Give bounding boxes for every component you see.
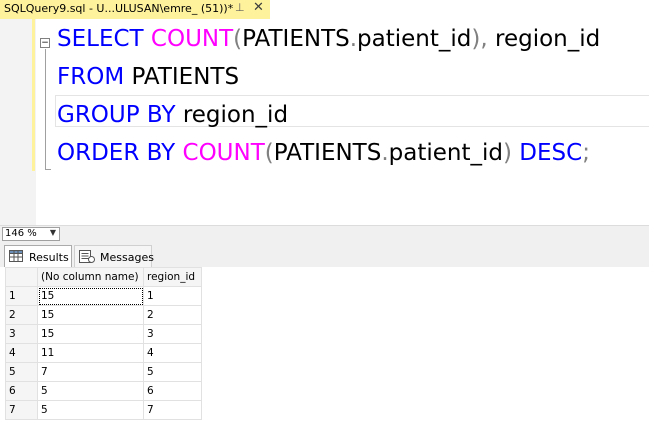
tab-messages[interactable]: Messages — [74, 245, 154, 267]
messages-icon — [79, 250, 95, 266]
results-tab-bar: Results Messages — [0, 241, 649, 267]
close-icon[interactable]: ✕ — [253, 0, 264, 15]
table-row[interactable]: 1 15 1 — [5, 286, 202, 306]
table-cell[interactable]: 15 — [37, 286, 144, 306]
table-cell[interactable]: 1 — [143, 286, 202, 306]
code-token: . — [381, 140, 389, 166]
editor-gutter — [0, 19, 36, 225]
table-cell[interactable]: 5 — [37, 400, 144, 420]
table-cell[interactable]: 15 — [37, 324, 144, 344]
code-token: ) — [503, 140, 520, 166]
tab-results-label: Results — [29, 251, 69, 264]
code-line[interactable]: ORDER BY COUNT(PATIENTS.patient_id) DESC… — [57, 135, 590, 171]
header-row: (No column name) region_id — [5, 267, 202, 287]
code-token: ), — [471, 26, 495, 52]
column-header[interactable]: (No column name) — [37, 267, 144, 287]
code-line[interactable]: SELECT COUNT(PATIENTS.patient_id), regio… — [57, 21, 600, 57]
zoom-dropdown[interactable]: 146 % ▼ — [2, 227, 60, 241]
document-tab[interactable]: SQLQuery9.sql - U...ULUSAN\emre_ (51))* … — [0, 0, 270, 19]
column-header[interactable]: region_id — [143, 267, 202, 287]
row-number[interactable]: 4 — [5, 343, 38, 363]
code-token: PATIENTS — [273, 140, 382, 166]
row-number[interactable]: 3 — [5, 324, 38, 344]
code-token: ; — [582, 140, 590, 166]
fold-guide-end — [45, 169, 51, 170]
code-token: COUNT — [182, 140, 265, 166]
code-token: DESC — [519, 140, 583, 166]
row-number-header[interactable] — [5, 267, 38, 287]
code-token: region_id — [182, 102, 289, 128]
table-cell[interactable]: 6 — [143, 381, 202, 401]
zoom-value: 146 % — [5, 228, 37, 239]
editor-status-bar: 146 % ▼ — [0, 225, 649, 241]
row-number[interactable]: 1 — [5, 286, 38, 306]
change-indicator — [32, 19, 35, 171]
sql-editor[interactable]: − SELECT COUNT(PATIENTS.patient_id), reg… — [0, 19, 649, 225]
grid-icon — [9, 250, 23, 265]
table-row[interactable]: 3 15 3 — [5, 324, 202, 344]
results-grid[interactable]: (No column name) region_id 1 15 1 2 15 2 3 15 3 4… — [0, 267, 649, 441]
table-cell[interactable]: 5 — [37, 381, 144, 401]
table-cell[interactable]: 2 — [143, 305, 202, 325]
pin-icon[interactable]: ⊥ — [235, 1, 245, 14]
code-token: ( — [233, 26, 243, 52]
table-cell[interactable]: 4 — [143, 343, 202, 363]
row-number[interactable]: 7 — [5, 400, 38, 420]
table-cell[interactable]: 11 — [37, 343, 144, 363]
code-token: ( — [264, 140, 274, 166]
table-row[interactable]: 4 11 4 — [5, 343, 202, 363]
table-row[interactable]: 2 15 2 — [5, 305, 202, 325]
code-token: ORDER BY — [57, 140, 183, 166]
table-cell[interactable]: 15 — [37, 305, 144, 325]
table-row[interactable]: 656 — [5, 381, 202, 401]
code-line[interactable]: GROUP BY region_id — [57, 97, 288, 133]
results-table: (No column name) region_id 1 15 1 2 15 2 3 15 3 4… — [5, 267, 202, 420]
fold-guide — [45, 49, 46, 170]
code-token: PATIENTS — [242, 26, 350, 52]
table-cell[interactable]: 3 — [143, 324, 202, 344]
document-tab-title: SQLQuery9.sql - U...ULUSAN\emre_ (51))* — [4, 2, 234, 15]
table-cell[interactable]: 5 — [143, 362, 202, 382]
code-token: patient_id — [357, 26, 472, 52]
table-row[interactable]: 757 — [5, 400, 202, 420]
code-token: GROUP BY — [57, 102, 183, 128]
tab-messages-label: Messages — [100, 251, 154, 264]
row-number[interactable]: 5 — [5, 362, 38, 382]
collapse-icon[interactable]: − — [40, 38, 50, 48]
row-number[interactable]: 6 — [5, 381, 38, 401]
document-tab-bar: SQLQuery9.sql - U...ULUSAN\emre_ (51))* … — [0, 0, 649, 19]
code-token: . — [349, 26, 358, 52]
code-token: patient_id — [388, 140, 503, 166]
chevron-down-icon: ▼ — [49, 228, 56, 237]
row-number[interactable]: 2 — [5, 305, 38, 325]
grid-body: 1 15 1 2 15 2 3 15 3 4 11 4 5 7 5 6 5 6 7 5 7 — [5, 286, 202, 420]
table-row[interactable]: 575 — [5, 362, 202, 382]
table-cell[interactable]: 7 — [143, 400, 202, 420]
code-line[interactable]: FROM PATIENTS — [57, 59, 239, 95]
code-token: SELECT — [57, 26, 151, 52]
code-token: FROM — [57, 64, 132, 90]
code-token: PATIENTS — [131, 64, 240, 90]
tab-results[interactable]: Results — [4, 245, 72, 267]
code-token: COUNT — [150, 26, 234, 52]
code-token: region_id — [495, 26, 601, 52]
table-cell[interactable]: 7 — [37, 362, 144, 382]
